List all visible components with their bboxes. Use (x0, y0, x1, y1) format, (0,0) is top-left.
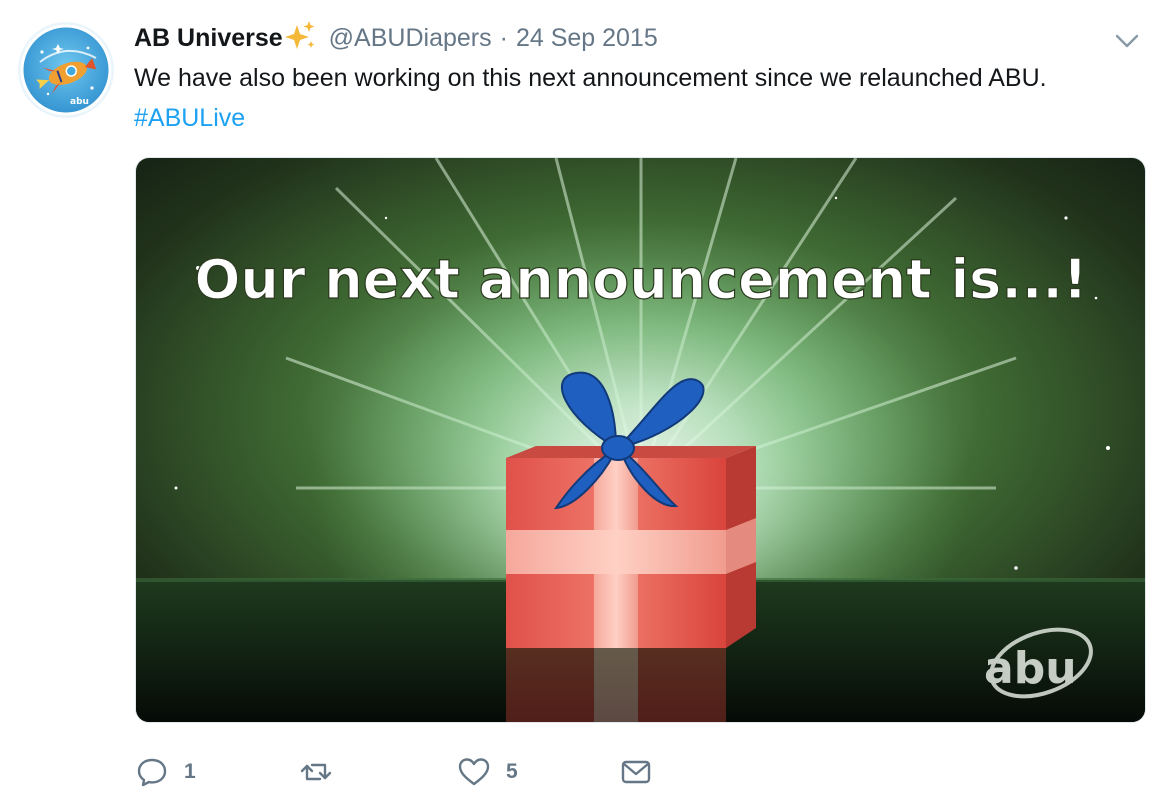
abu-watermark-logo: abu (984, 643, 1077, 694)
heart-icon (456, 754, 492, 790)
tweet-timestamp[interactable]: 24 Sep 2015 (516, 24, 658, 53)
reply-button[interactable]: 1 (134, 752, 196, 792)
sparkles-icon (283, 19, 317, 53)
chevron-down-icon[interactable] (1112, 26, 1142, 56)
display-name[interactable]: AB Universe (134, 24, 283, 53)
tweet-text: We have also been working on this next a… (134, 58, 1114, 138)
tweet-header: AB Universe @ABUDiapers · 24 Sep 2015 (134, 20, 658, 56)
direct-message-button[interactable] (618, 752, 654, 792)
tweet-media-image[interactable]: Our next announcement is...! abu (135, 157, 1146, 723)
tweet-actions: 1 5 (134, 752, 694, 792)
announcement-image: Our next announcement is...! abu (136, 158, 1145, 722)
user-handle[interactable]: @ABUDiapers (329, 24, 492, 53)
abu-rocket-avatar-icon: abu (18, 22, 114, 118)
retweet-button[interactable] (298, 752, 348, 792)
reply-count: 1 (184, 760, 196, 783)
tweet-card[interactable]: abu AB Universe @ABUDiapers · 24 Sep 201… (0, 0, 1166, 802)
retweet-icon (298, 754, 334, 790)
image-headline: Our next announcement is...! (194, 248, 1087, 311)
like-button[interactable]: 5 (456, 752, 518, 792)
header-separator: · (499, 23, 508, 52)
envelope-icon (618, 754, 654, 790)
svg-text:abu: abu (70, 97, 89, 107)
reply-icon (134, 754, 170, 790)
like-count: 5 (506, 760, 518, 783)
hashtag-link[interactable]: #ABULive (134, 104, 245, 132)
avatar[interactable]: abu (18, 22, 114, 118)
tweet-text-body: We have also been working on this next a… (134, 64, 1047, 92)
